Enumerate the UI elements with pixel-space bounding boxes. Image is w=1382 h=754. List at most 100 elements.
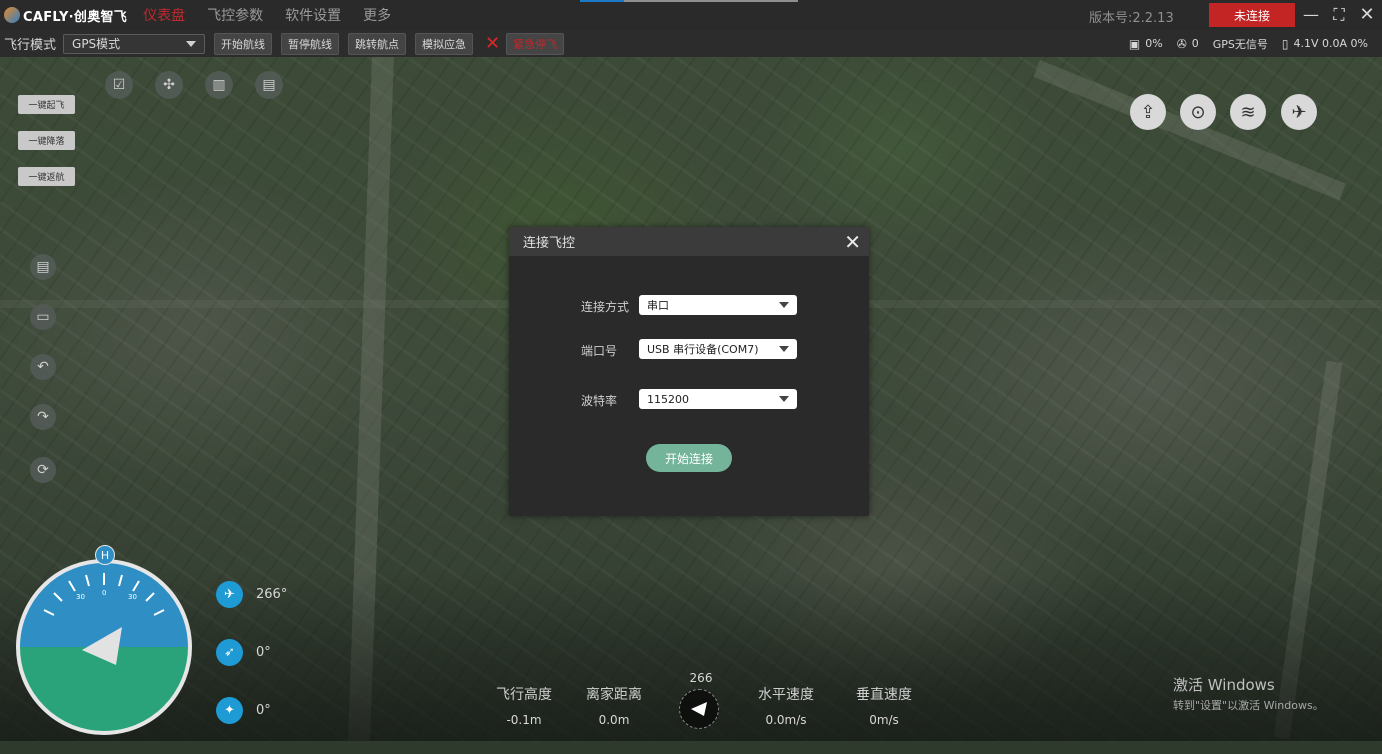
menu-software-settings[interactable]: 软件设置 [285, 5, 341, 25]
status-indicators: ▣ 0% ✇ 0 GPS无信号 ▯ 4.1V 0.0A 0% [1129, 30, 1368, 57]
fullscreen-icon[interactable]: ⛶ [1328, 4, 1350, 26]
menu-dashboard[interactable]: 仪表盘 [143, 5, 185, 25]
plane-pitch-icon: ➶ [216, 638, 243, 666]
start-connect-button[interactable]: 开始连接 [646, 444, 732, 472]
app-logo: CAFLY·创奥智飞 [4, 6, 127, 25]
flight-mode-label: 飞行模式 [4, 38, 57, 53]
flight-mode-value: GPS模式 [72, 37, 121, 51]
distance-label: 离家距离 [586, 687, 642, 703]
altitude-telemetry: 飞行高度 -0.1m [492, 684, 556, 727]
title-bar: CAFLY·创奥智飞 仪表盘 飞控参数 软件设置 更多 版本号:2.2.13 未… [0, 0, 1382, 30]
flight-plan-icon[interactable]: ✈ [1281, 94, 1317, 130]
heading-value: 266° [256, 586, 288, 602]
plane-heading-icon: ✈ [216, 580, 243, 608]
minimize-icon[interactable]: — [1300, 4, 1322, 26]
heading-arrow-icon [691, 702, 707, 716]
menu-more[interactable]: 更多 [363, 5, 391, 25]
port-select[interactable]: USB 串行设备(COM7) [639, 339, 797, 359]
battery-icon: ▯ [1281, 36, 1289, 51]
battery-percent: 0% [1145, 37, 1163, 50]
heading-readout: ✈ 266° [216, 580, 287, 608]
heading-number: 266 [689, 671, 713, 685]
battery-pack-icon: ▣ [1128, 36, 1141, 51]
takeoff-point-icon[interactable]: ⇪ [1130, 94, 1166, 130]
watermark-title: 激活 Windows [1173, 676, 1275, 694]
chevron-down-icon [779, 346, 789, 352]
distance-value: 0.0m [598, 713, 630, 727]
emergency-stop-button[interactable]: 紧急停飞 [506, 32, 565, 55]
baud-rate-label: 波特率 [581, 394, 618, 408]
one-key-takeoff-button[interactable]: 一键起飞 [18, 95, 75, 114]
message-icon[interactable]: ▭ [30, 304, 56, 330]
chevron-down-icon [779, 302, 789, 308]
ground [18, 647, 190, 733]
pitch-value: 0° [256, 644, 271, 660]
jump-waypoint-button[interactable]: 跳转航点 [348, 32, 407, 55]
drone-icon[interactable]: ✣ [155, 71, 183, 99]
vertical-speed-telemetry: 垂直速度 0m/s [852, 684, 916, 727]
vertical-speed-label: 垂直速度 [856, 687, 912, 703]
roll-readout: ✦ 0° [216, 696, 287, 724]
altitude-value: -0.1m [506, 713, 542, 727]
redo-icon[interactable]: ↷ [30, 404, 56, 430]
vertical-speed-value: 0m/s [869, 713, 899, 727]
undo-icon[interactable]: ↶ [30, 354, 56, 380]
chevron-down-icon [779, 396, 789, 402]
plane-roll-icon: ✦ [216, 696, 243, 724]
attitude-indicator: 30 0 30 H [14, 545, 194, 735]
watermark-subtitle: 转到"设置"以激活 Windows。 [1173, 699, 1324, 712]
sky [18, 561, 190, 647]
location-pin-icon[interactable]: ⊙ [1180, 94, 1216, 130]
baud-rate-select[interactable]: 115200 [639, 389, 797, 409]
altitude-label: 飞行高度 [496, 687, 552, 703]
connection-status-button[interactable]: 未连接 [1209, 3, 1295, 27]
distance-telemetry: 离家距离 0.0m [582, 684, 646, 727]
scale-label-center: 0 [102, 589, 106, 597]
connection-type-select[interactable]: 串口 [639, 295, 797, 315]
chevron-down-icon [186, 40, 197, 47]
windows-activation-watermark: 激活 Windows 转到"设置"以激活 Windows。 [1173, 674, 1324, 713]
satellite-icon: ✇ [1176, 36, 1187, 51]
emergency-stop-icon[interactable]: ✕ [485, 33, 500, 54]
flight-mode-select[interactable]: GPS模式 [63, 33, 206, 54]
baud-rate-value: 115200 [647, 392, 689, 406]
satellite-count: 0 [1191, 37, 1199, 50]
logo-icon [4, 7, 20, 23]
log-list-icon[interactable]: ▤ [30, 254, 56, 280]
document-icon[interactable]: ▤ [255, 71, 283, 99]
dialog-header: 连接飞控 ✕ [509, 227, 869, 256]
horizontal-speed-label: 水平速度 [758, 687, 814, 703]
scale-label-left: 30 [76, 593, 85, 601]
logo-text: CAFLY·创奥智飞 [23, 9, 128, 25]
port-label: 端口号 [581, 344, 618, 358]
loading-progress-bar [580, 0, 798, 2]
roll-value: 0° [256, 702, 271, 718]
menu-flight-params[interactable]: 飞控参数 [207, 5, 263, 25]
horizontal-speed-telemetry: 水平速度 0.0m/s [754, 684, 818, 727]
close-window-icon[interactable]: ✕ [1356, 4, 1378, 26]
pause-route-button[interactable]: 暂停航线 [281, 32, 340, 55]
port-value: USB 串行设备(COM7) [647, 343, 759, 356]
version-label: 版本号:2.2.13 [1089, 11, 1174, 26]
start-route-button[interactable]: 开始航线 [214, 32, 273, 55]
voltage-readout: 4.1V 0.0A 0% [1293, 37, 1368, 50]
close-icon[interactable]: ✕ [844, 232, 861, 252]
connection-type-label: 连接方式 [581, 300, 630, 314]
checklist-icon[interactable]: ☑ [105, 71, 133, 99]
refresh-icon[interactable]: ⟳ [30, 457, 56, 483]
pitch-readout: ➶ 0° [216, 638, 287, 666]
main-menu: 仪表盘 飞控参数 软件设置 更多 [143, 5, 413, 25]
loading-progress-fill [580, 0, 624, 2]
one-key-land-button[interactable]: 一键降落 [18, 131, 75, 150]
route-icon[interactable]: ≋ [1230, 94, 1266, 130]
heading-dial [679, 689, 719, 729]
dialog-title: 连接飞控 [523, 236, 576, 251]
one-key-return-button[interactable]: 一键返航 [18, 167, 75, 186]
connect-flight-controller-dialog: 连接飞控 ✕ 连接方式 串口 端口号 USB 串行设备(COM7) 波特率 11… [509, 227, 869, 516]
simulate-emergency-button[interactable]: 模拟应急 [415, 32, 474, 55]
map-icon[interactable]: ▥ [205, 71, 233, 99]
home-marker: H [95, 545, 115, 565]
horizontal-speed-value: 0.0m/s [765, 713, 807, 727]
gps-status: GPS无信号 [1212, 37, 1268, 51]
scale-label-right: 30 [128, 593, 137, 601]
